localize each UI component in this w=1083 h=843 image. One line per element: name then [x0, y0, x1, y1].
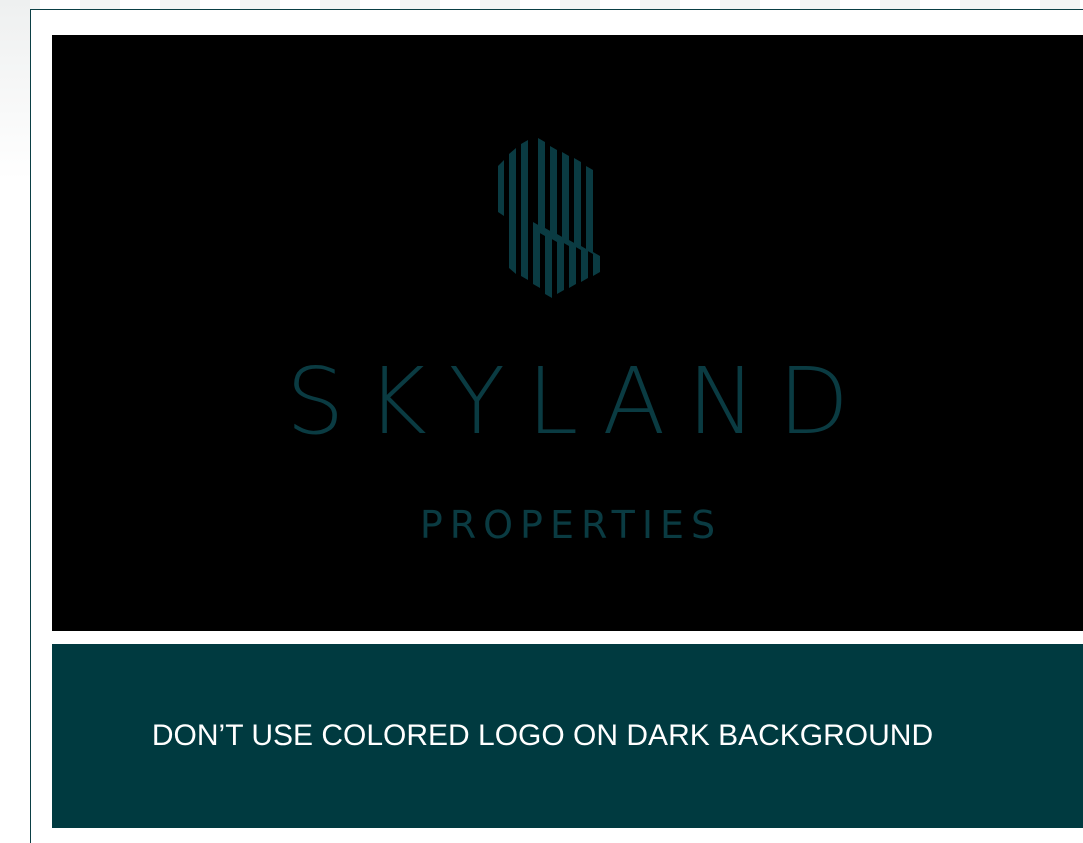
side-shade: [0, 0, 30, 180]
logo-wordmark: SKYLAND: [286, 348, 871, 455]
guideline-page: SKYLAND PROPERTIES DON’T USE COLORED LOG…: [0, 0, 1083, 843]
logo-tagline: PROPERTIES: [419, 503, 723, 547]
skyland-stripes-icon: [498, 138, 600, 298]
caption-text: DON’T USE COLORED LOGO ON DARK BACKGROUN…: [151, 719, 934, 752]
caption-banner: DON’T USE COLORED LOGO ON DARK BACKGROUN…: [52, 644, 1083, 828]
